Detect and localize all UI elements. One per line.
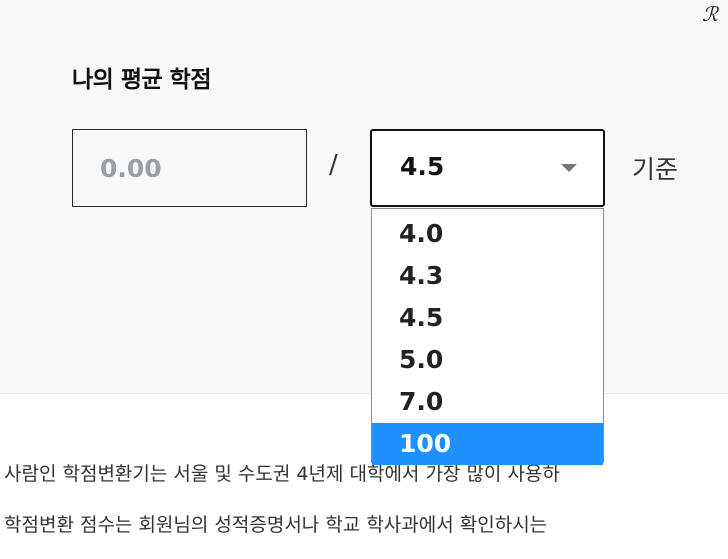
scale-option[interactable]: 4.0 bbox=[372, 213, 603, 255]
scale-option[interactable]: 100 bbox=[372, 423, 603, 465]
chevron-down-icon bbox=[561, 164, 577, 172]
gpa-input[interactable] bbox=[72, 129, 307, 207]
description-line-2: 학점변환 점수는 회원님의 성적증명서나 학교 학사과에서 확인하시는 bbox=[4, 514, 548, 536]
basis-label: 기준 bbox=[632, 155, 679, 184]
grade-scale-select[interactable]: 4.5 bbox=[370, 129, 605, 207]
scale-option[interactable]: 5.0 bbox=[372, 339, 603, 381]
separator-slash: / bbox=[329, 150, 338, 180]
scale-option[interactable]: 4.5 bbox=[372, 297, 603, 339]
brand-logo: ℛ bbox=[702, 2, 718, 26]
grade-scale-options: 4.0 4.3 4.5 5.0 7.0 100 bbox=[371, 208, 604, 465]
scale-option[interactable]: 4.3 bbox=[372, 255, 603, 297]
selected-scale-value: 4.5 bbox=[400, 152, 445, 181]
scale-option[interactable]: 7.0 bbox=[372, 381, 603, 423]
page-title: 나의 평균 학점 bbox=[72, 67, 211, 93]
